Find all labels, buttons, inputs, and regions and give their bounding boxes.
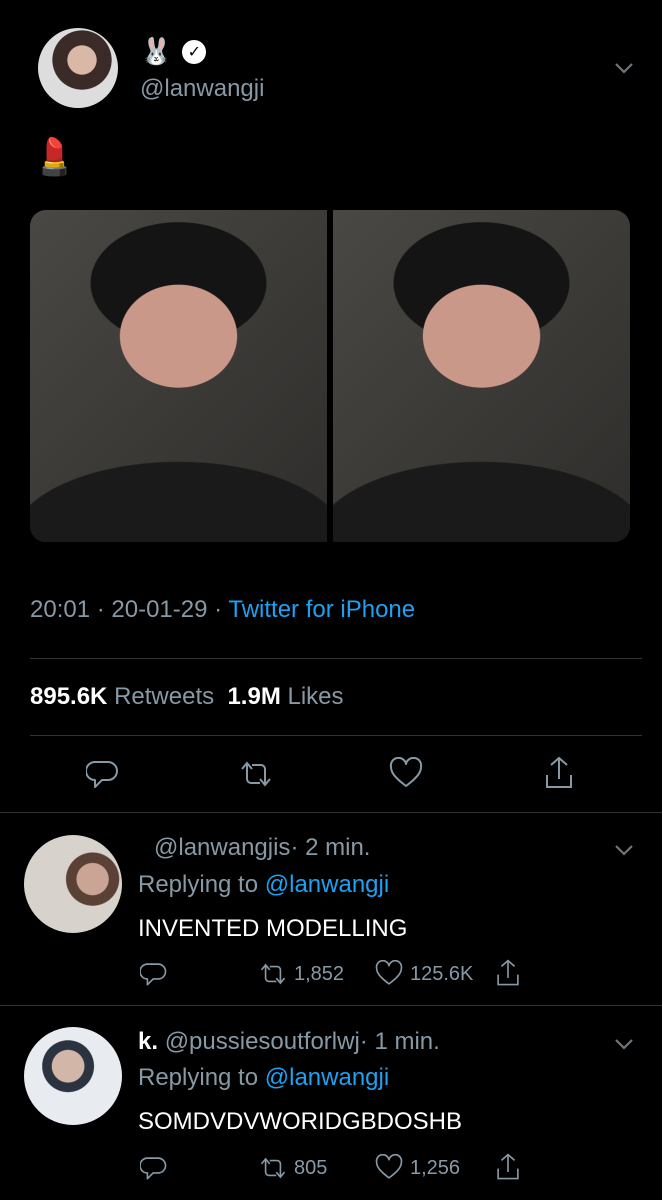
reply-icon [140, 1157, 167, 1180]
replying-to-label: Replying to [138, 1064, 265, 1091]
photo-1[interactable] [30, 210, 327, 542]
replying-to-label: Replying to [138, 871, 265, 898]
timestamp: 20:01 · 20-01-29 · [30, 596, 229, 623]
share-icon [546, 756, 572, 788]
reply-avatar[interactable] [24, 835, 122, 933]
reply-header: k. @pussiesoutforlwj· 1 min. [138, 1028, 440, 1056]
heart-icon [375, 1154, 403, 1179]
divider [0, 812, 662, 813]
tweet-meta: 20:01 · 20-01-29 · Twitter for iPhone [30, 596, 415, 624]
heart-icon [375, 960, 403, 985]
reply-time: · 2 min. [290, 834, 371, 861]
chevron-down-icon[interactable] [612, 838, 636, 864]
tweet-text: 💄 [32, 136, 77, 177]
author-handle[interactable]: @lanwangji [140, 75, 264, 103]
share-button[interactable] [494, 1152, 522, 1182]
reply-header: @lanwangjis· 2 min. [154, 834, 370, 862]
heart-icon [389, 757, 423, 787]
reply-time: · 1 min. [359, 1028, 440, 1055]
photo-2[interactable] [333, 210, 630, 542]
reply-text: SOMDVDVWORIDGBDOSHB [138, 1108, 463, 1135]
like-button[interactable] [388, 757, 424, 791]
reply-handle[interactable]: @lanwangjis [154, 834, 290, 861]
like-count: 1,256 [410, 1156, 461, 1179]
retweets-count[interactable]: 895.6K [30, 683, 107, 710]
tweet-media[interactable] [30, 210, 630, 542]
retweet-button[interactable] [238, 757, 274, 791]
retweets-label[interactable]: Retweets [114, 683, 214, 710]
like-button[interactable]: 1,256 [374, 1154, 460, 1182]
reply-text: INVENTED MODELLING [138, 915, 408, 942]
like-count: 125.6K [410, 962, 474, 985]
divider [0, 1005, 662, 1006]
retweet-icon [241, 761, 271, 787]
share-icon [497, 1153, 519, 1180]
verified-icon: ✓ [182, 39, 207, 64]
replying-to: Replying to @lanwangji [138, 871, 389, 899]
retweet-count: 805 [294, 1156, 328, 1179]
retweet-icon [260, 963, 286, 985]
author-avatar[interactable] [38, 28, 118, 108]
reply-display-name[interactable]: k. [138, 1028, 158, 1055]
chevron-down-icon[interactable] [612, 1032, 636, 1058]
divider [30, 735, 642, 736]
source-link[interactable]: Twitter for iPhone [228, 596, 415, 623]
reply-icon [86, 761, 118, 788]
likes-label[interactable]: Likes [287, 683, 343, 710]
replying-to-link[interactable]: @lanwangji [265, 871, 389, 898]
reply-button[interactable] [140, 1154, 168, 1182]
likes-count[interactable]: 1.9M [227, 683, 280, 710]
share-button[interactable] [494, 958, 522, 988]
engagement-stats: 895.6K Retweets 1.9M Likes [30, 683, 344, 711]
rabbit-emoji: 🐰 [140, 36, 173, 66]
reply-avatar[interactable] [24, 1027, 122, 1125]
chevron-down-icon[interactable] [612, 56, 636, 82]
like-button[interactable]: 125.6K [374, 960, 473, 988]
retweet-count: 1,852 [294, 962, 345, 985]
replying-to-link[interactable]: @lanwangji [265, 1064, 389, 1091]
share-button[interactable] [542, 755, 576, 791]
replying-to: Replying to @lanwangji [138, 1064, 389, 1092]
reply-handle[interactable]: @pussiesoutforlwj [165, 1028, 360, 1055]
retweet-button[interactable]: 805 [258, 1154, 327, 1182]
retweet-icon [260, 1157, 286, 1179]
reply-button[interactable] [86, 757, 120, 791]
divider [30, 658, 642, 659]
display-name[interactable]: 🐰 ✓ [140, 36, 207, 67]
retweet-button[interactable]: 1,852 [258, 960, 344, 988]
share-icon [497, 959, 519, 986]
reply-button[interactable] [140, 960, 168, 988]
reply-icon [140, 963, 167, 986]
